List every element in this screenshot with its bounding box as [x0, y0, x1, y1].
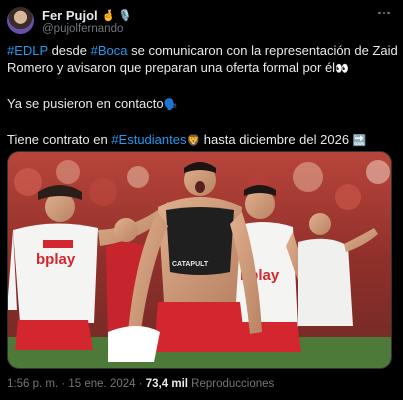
tweet-text-span: Romero y avisaron que preparan una ofert… [7, 60, 336, 75]
views-count: 73,4 mil [145, 378, 188, 390]
tweet-line-4: Tiene contrato en #Estudiantes🦁 hasta di… [7, 131, 399, 150]
soon-arrow-emoji: 🔜 [352, 135, 367, 147]
hashtag-estudiantes[interactable]: #Estudiantes [111, 132, 186, 147]
lion-emoji: 🦁 [186, 135, 201, 147]
tweet-text-span: hasta diciembre del 2026 [200, 132, 353, 147]
tweet-photo[interactable]: bplay bplay CATAPULT [7, 151, 392, 369]
tweet-meta: 1:56 p. m. · 15 ene. 2024 · 73,4 mil Rep… [7, 378, 274, 390]
eyes-emoji: 👀 [335, 63, 349, 75]
author-name-emojis: 🤞 🎙️ [101, 10, 133, 22]
vest-logo: CATAPULT [172, 261, 209, 268]
separator: · [135, 378, 146, 390]
speaking-head-emoji: 🗣️ [163, 99, 178, 111]
tweet-line-3: Ya se pusieron en contacto🗣️ [7, 95, 399, 114]
tweet-text-span: desde [47, 43, 91, 58]
sponsor-logo-left: bplay [36, 251, 76, 268]
avatar[interactable] [7, 7, 34, 34]
tweet-time[interactable]: 1:56 p. m. [7, 378, 58, 390]
tweet-text-span: Ya se pusieron en contacto [7, 96, 164, 111]
hashtag-boca[interactable]: #Boca [91, 43, 128, 58]
tweet-line-2: Romero y avisaron que preparan una ofert… [7, 59, 399, 78]
author-display-name[interactable]: Fer Pujol [42, 8, 98, 23]
tweet-text-span: se comunicaron con la representación de … [127, 43, 398, 58]
views-label: Reproducciones [187, 378, 275, 390]
author-name-row: Fer Pujol 🤞 🎙️ [42, 8, 132, 23]
author-handle[interactable]: @pujolfernando [42, 23, 123, 35]
separator: · [58, 378, 69, 390]
tweet-text: #EDLP desde #Boca se comunicaron con la … [7, 42, 399, 150]
football-celebration-illustration: bplay bplay CATAPULT [8, 152, 391, 368]
tweet-text-span: Tiene contrato en [7, 132, 112, 147]
more-options-icon[interactable] [376, 6, 392, 20]
tweet-date[interactable]: 15 ene. 2024 [68, 378, 135, 390]
tweet-line-1: #EDLP desde #Boca se comunicaron con la … [7, 42, 399, 59]
hashtag-edlp[interactable]: #EDLP [7, 43, 48, 58]
